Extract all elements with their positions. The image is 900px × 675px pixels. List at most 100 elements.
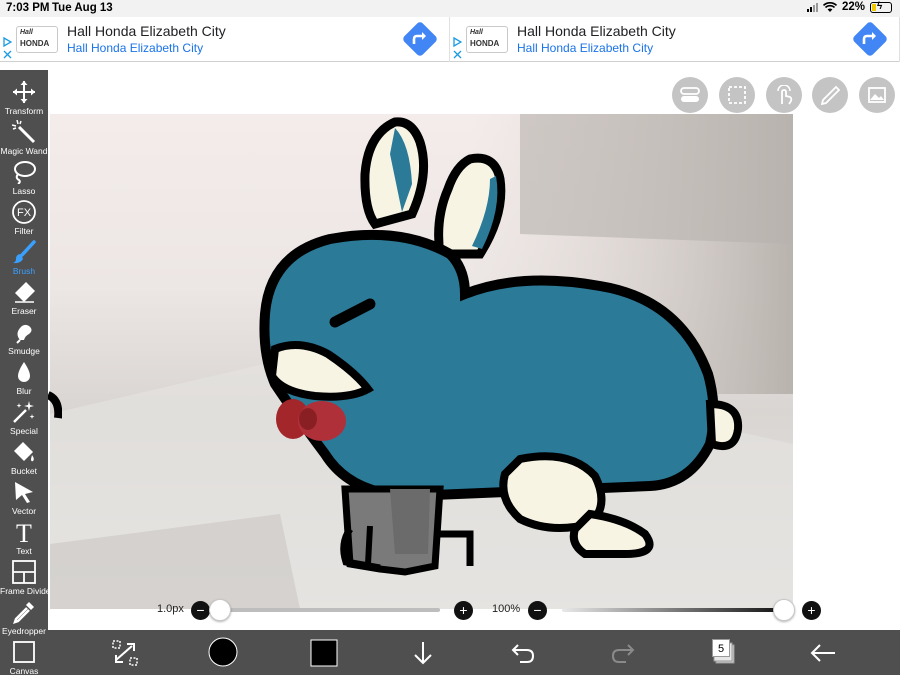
directions-arrow-icon[interactable] <box>851 20 889 58</box>
bunny-bow <box>276 399 346 441</box>
tool-special[interactable]: Special <box>0 395 48 436</box>
brush-preview-button[interactable] <box>208 637 238 667</box>
layers-button[interactable]: 5 <box>709 638 739 668</box>
advertiser-logo-brand: HONDA <box>20 39 50 48</box>
status-time: 7:03 PM <box>6 2 50 14</box>
redo-button[interactable] <box>608 638 638 668</box>
touch-icon <box>777 85 793 105</box>
tool-eraser[interactable]: Eraser <box>0 275 48 316</box>
arrow-left-icon <box>810 644 835 662</box>
swap-icon <box>112 640 138 666</box>
ad-choices-icon[interactable] <box>453 37 462 59</box>
tool-brush[interactable]: Brush <box>0 235 48 276</box>
undo-button[interactable] <box>508 638 538 668</box>
advertiser-logo-brand: HONDA <box>470 39 500 48</box>
ad-banner-bar: Hall HONDA Hall Honda Elizabeth City Hall… <box>0 17 900 62</box>
swap-colors-button[interactable] <box>110 638 140 668</box>
move-icon <box>13 81 35 103</box>
ad-banner-left[interactable]: Hall HONDA Hall Honda Elizabeth City Hall… <box>0 17 450 62</box>
tool-blur[interactable]: Blur <box>0 355 48 396</box>
svg-text:T: T <box>16 520 32 544</box>
color-swatch-icon <box>310 639 338 667</box>
eraser-icon <box>15 282 35 303</box>
tool-canvas[interactable]: Canvas <box>0 635 48 675</box>
pen-button[interactable] <box>812 77 848 113</box>
text-icon: T <box>16 520 32 544</box>
color-picker-button[interactable] <box>309 638 339 668</box>
opacity-thumb[interactable] <box>773 599 795 621</box>
battery-percent: 22% <box>841 1 865 13</box>
tool-magic-wand[interactable]: Magic Wand <box>0 115 48 156</box>
tool-vector[interactable]: Vector <box>0 475 48 516</box>
tool-lasso[interactable]: Lasso <box>0 155 48 196</box>
battery-icon: ϟ <box>870 0 892 13</box>
brush-size-value: 1.0px <box>157 603 184 615</box>
tool-eyedropper[interactable]: Eyedropper <box>0 595 48 636</box>
bottom-toolbar: 5 <box>48 630 900 675</box>
bucket-icon <box>14 442 34 462</box>
fx-icon: FX <box>12 200 36 224</box>
tool-bucket[interactable]: Bucket <box>0 435 48 476</box>
opacity-decrease-button[interactable]: − <box>528 601 547 620</box>
ad-title[interactable]: Hall Honda Elizabeth City <box>517 23 676 39</box>
tool-frame-divider[interactable]: Frame Divider <box>0 555 53 596</box>
brush-size-slider[interactable] <box>220 608 440 612</box>
back-button[interactable] <box>808 638 838 668</box>
advertiser-logo: Hall HONDA <box>16 26 58 53</box>
svg-text:FX: FX <box>17 207 32 219</box>
blur-drop-icon <box>18 362 30 382</box>
toggle-icon <box>680 87 700 102</box>
tool-filter[interactable]: FX Filter <box>0 195 48 236</box>
wifi-icon <box>822 1 837 12</box>
brush-size-thumb[interactable] <box>209 599 231 621</box>
eyedropper-icon <box>13 602 34 624</box>
selection-icon <box>728 86 746 104</box>
ad-subtitle[interactable]: Hall Honda Elizabeth City <box>517 41 653 55</box>
cellular-signal-icon <box>806 2 818 12</box>
opacity-increase-button[interactable]: + <box>802 601 821 620</box>
directions-arrow-icon[interactable] <box>401 20 439 58</box>
save-down-button[interactable] <box>408 638 438 668</box>
selection-button[interactable] <box>719 77 755 113</box>
tool-label: Canvas <box>9 666 39 675</box>
app-window: 7:03 PM Tue Aug 13 22% ϟ Hall HONDA Hall … <box>0 0 900 675</box>
smudge-icon <box>16 324 32 344</box>
tool-transform[interactable]: Transform <box>0 75 48 116</box>
tool-text[interactable]: T Text <box>0 515 48 556</box>
reference-image-button[interactable] <box>859 77 895 113</box>
status-indicators: 22% ϟ <box>806 0 892 13</box>
sparkle-icon <box>13 401 35 423</box>
tool-smudge[interactable]: Smudge <box>0 315 48 356</box>
canvas-artwork[interactable] <box>50 114 793 609</box>
brush-preview-circle-icon <box>208 637 238 667</box>
magic-wand-icon <box>12 120 36 144</box>
touch-button[interactable] <box>766 77 802 113</box>
ad-subtitle[interactable]: Hall Honda Elizabeth City <box>67 41 203 55</box>
lasso-icon <box>14 161 36 184</box>
cursor-icon <box>15 482 33 503</box>
brush-size-decrease-button[interactable]: − <box>191 601 210 620</box>
ad-choices-icon[interactable] <box>3 37 12 59</box>
pen-icon <box>820 85 840 105</box>
advertiser-logo-text: Hall <box>470 29 483 36</box>
undo-icon <box>511 644 535 663</box>
brush-icon <box>13 240 36 264</box>
layer-count: 5 <box>712 639 730 657</box>
canvas-icon <box>13 641 35 663</box>
opacity-value: 100% <box>492 603 521 615</box>
battery-level-fill <box>872 3 876 11</box>
redo-icon <box>611 644 635 663</box>
ad-title[interactable]: Hall Honda Elizabeth City <box>67 23 226 39</box>
stray-stroke <box>48 391 62 419</box>
ad-banner-right[interactable]: Hall HONDA Hall Honda Elizabeth City Hall… <box>450 17 900 62</box>
advertiser-logo: Hall HONDA <box>466 26 508 53</box>
tool-palette: Transform Magic Wand Lasso FX Filter Bru… <box>0 70 53 675</box>
advertiser-logo-text: Hall <box>20 29 33 36</box>
frame-divider-icon <box>12 560 36 584</box>
reference-image-icon <box>868 87 886 103</box>
brush-size-increase-button[interactable]: + <box>454 601 473 620</box>
status-bar: 7:03 PM Tue Aug 13 22% ϟ <box>0 0 900 17</box>
opacity-slider[interactable] <box>562 608 784 612</box>
toggle-button[interactable] <box>672 77 708 113</box>
charging-bolt-icon: ϟ <box>877 0 883 12</box>
